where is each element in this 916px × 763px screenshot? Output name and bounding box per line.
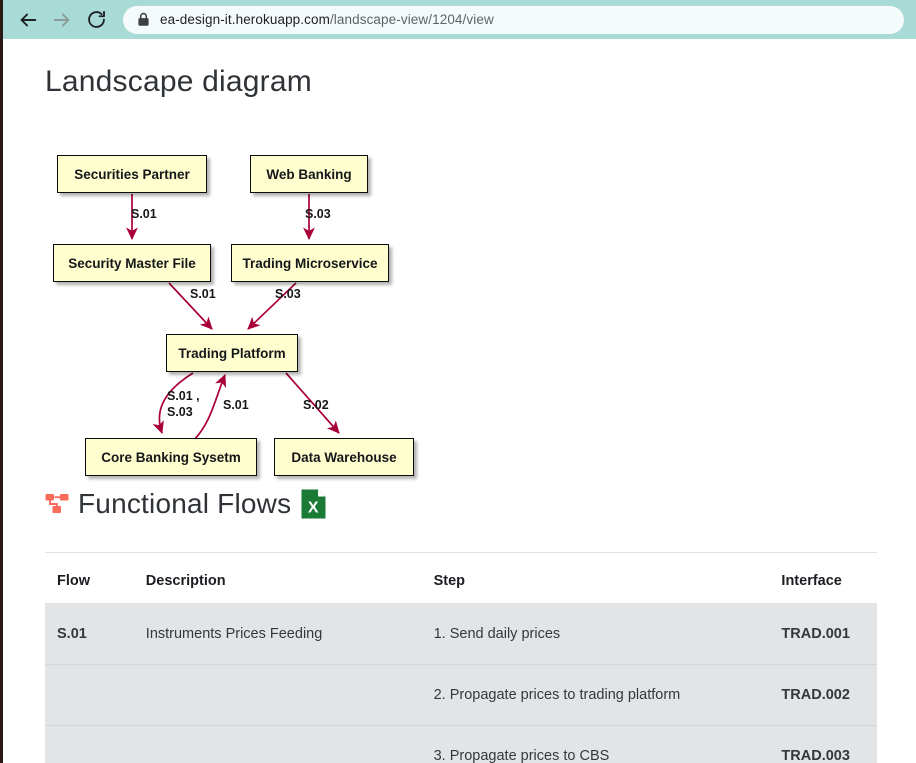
cell-description [133,664,422,726]
column-header-description[interactable]: Description [133,552,422,604]
diagram-node-core-banking-system[interactable]: Core Banking Sysetm [85,438,257,476]
table-header-row: Flow Description Step Interface [45,552,877,604]
landscape-diagram: Securities Partner Web Banking Security … [43,111,463,476]
edge-label-cbs-tp: S.01 [223,398,249,412]
cell-flow [45,664,134,726]
cell-flow: S.01 [45,603,134,665]
diagram-node-securities-partner[interactable]: Securities Partner [57,155,207,193]
reload-button[interactable] [79,3,113,37]
cell-step: 1. Send daily prices [421,603,770,665]
column-header-interface[interactable]: Interface [769,552,877,604]
cell-step: 3. Propagate prices to CBS [421,725,770,763]
excel-export-icon[interactable]: X [301,489,326,519]
browser-toolbar: ea-design-it.herokuapp.com/landscape-vie… [3,0,916,39]
reload-icon [86,9,107,30]
sitemap-icon [45,493,69,515]
cell-interface[interactable]: TRAD.003 [769,725,877,763]
back-arrow-icon [17,9,39,31]
cell-flow [45,725,134,763]
url-host: ea-design-it.herokuapp.com [160,12,330,27]
url-path: /landscape-view/1204/view [329,12,494,27]
forward-arrow-icon [51,9,73,31]
edge-label-tm-tp: S.03 [275,287,301,301]
edge-label-tp-dw: S.02 [303,398,329,412]
diagram-node-trading-platform[interactable]: Trading Platform [166,334,298,372]
edge-label-smf-tp: S.01 [190,287,216,301]
forward-button[interactable] [45,3,79,37]
functional-flows-title: Functional Flows [78,488,292,519]
table-row[interactable]: 2. Propagate prices to trading platform … [45,664,877,726]
edge-label-tp-cbs-line2: S.03 [167,405,193,419]
cell-interface[interactable]: TRAD.001 [769,603,877,665]
table-row[interactable]: S.01 Instruments Prices Feeding 1. Send … [45,603,877,665]
column-header-step[interactable]: Step [421,552,770,604]
cell-interface[interactable]: TRAD.002 [769,664,877,726]
column-header-flow[interactable]: Flow [45,552,134,604]
table-body: S.01 Instruments Prices Feeding 1. Send … [45,603,877,763]
cell-description: Instruments Prices Feeding [133,603,422,665]
lock-icon [137,12,150,27]
edge-label-tp-cbs-line1: S.01 , [167,389,200,403]
diagram-node-web-banking[interactable]: Web Banking [250,155,368,193]
diagram-node-data-warehouse[interactable]: Data Warehouse [274,438,414,476]
url-text: ea-design-it.herokuapp.com/landscape-vie… [160,12,494,27]
functional-flows-table: Flow Description Step Interface S.01 Ins… [45,552,877,763]
edge-label-wb-tm: S.03 [305,207,331,221]
functional-flows-heading: Functional Flows X [45,484,326,524]
table-head: Flow Description Step Interface [45,552,877,604]
page-title: Landscape diagram [45,65,312,98]
cell-description [133,725,422,763]
address-bar[interactable]: ea-design-it.herokuapp.com/landscape-vie… [123,5,904,34]
edge-label-sp-smf: S.01 [131,207,157,221]
cell-step: 2. Propagate prices to trading platform [421,664,770,726]
back-button[interactable] [11,3,45,37]
arrow-cbs-to-tp [192,374,227,442]
diagram-node-security-master-file[interactable]: Security Master File [53,244,211,282]
svg-text:X: X [308,500,319,517]
page-content: Landscape diagram Securities Partner Web… [3,39,916,763]
diagram-node-trading-microservice[interactable]: Trading Microservice [231,244,389,282]
table-row[interactable]: 3. Propagate prices to CBS TRAD.003 [45,725,877,763]
window-left-edge [0,0,3,763]
